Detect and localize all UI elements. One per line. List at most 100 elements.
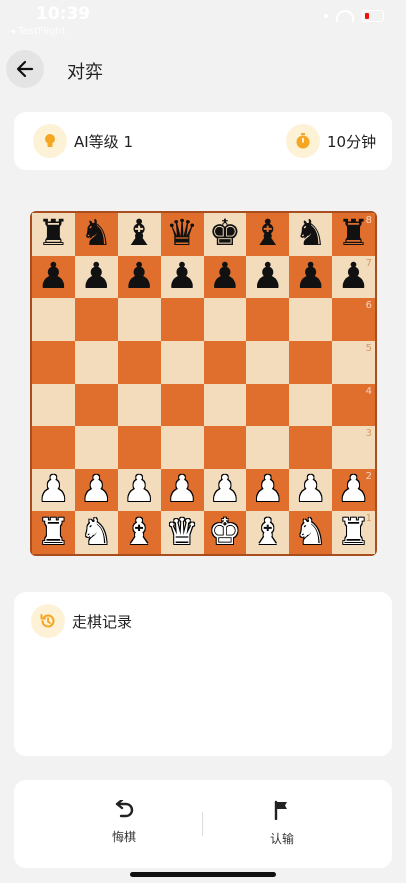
board-square[interactable]: ♚: [203, 213, 247, 256]
board-square[interactable]: [74, 383, 118, 427]
board-square[interactable]: [117, 426, 161, 469]
board-square[interactable]: [32, 340, 75, 384]
resign-button[interactable]: 认输: [232, 800, 332, 852]
board-square[interactable]: ♝: [117, 511, 161, 554]
board-square[interactable]: [160, 298, 204, 341]
board-square[interactable]: ♟: [246, 468, 290, 512]
board-square[interactable]: ♞: [74, 511, 118, 554]
board-square[interactable]: ♝: [246, 511, 290, 554]
board-square[interactable]: [289, 426, 333, 469]
board-square[interactable]: ♟: [246, 255, 290, 299]
board-square[interactable]: ♟: [32, 468, 75, 512]
chess-piece[interactable]: ♟: [80, 258, 112, 295]
board-square[interactable]: ♟: [117, 255, 161, 299]
chess-piece[interactable]: ♞: [295, 514, 327, 551]
board-square[interactable]: ♟: [203, 255, 247, 299]
board-square[interactable]: [289, 383, 333, 427]
board-square[interactable]: ♞: [289, 213, 333, 256]
chess-piece[interactable]: ♜: [37, 514, 69, 551]
board-square[interactable]: [74, 426, 118, 469]
board-square[interactable]: [203, 383, 247, 427]
board-square[interactable]: ♟: [289, 255, 333, 299]
board-square[interactable]: [32, 426, 75, 469]
board-square[interactable]: ♞: [289, 511, 333, 554]
chess-piece[interactable]: ♝: [252, 216, 284, 252]
board-square[interactable]: 4: [332, 383, 375, 427]
chess-piece[interactable]: ♝: [123, 514, 155, 551]
chess-piece[interactable]: ♟: [209, 258, 241, 295]
chess-piece[interactable]: ♛: [166, 514, 198, 551]
board-square[interactable]: [289, 340, 333, 384]
chess-piece[interactable]: ♟: [37, 258, 69, 295]
board-square[interactable]: [117, 383, 161, 427]
board-square[interactable]: ♜: [32, 511, 75, 554]
board-square[interactable]: [32, 298, 75, 341]
board-square[interactable]: ♟: [32, 255, 75, 299]
board-square[interactable]: [246, 298, 290, 341]
chess-piece[interactable]: ♟: [295, 258, 327, 295]
board-square[interactable]: [246, 383, 290, 427]
chess-piece[interactable]: ♟: [166, 472, 198, 508]
board-square[interactable]: ♝: [246, 213, 290, 256]
board-square[interactable]: ♝: [117, 213, 161, 256]
chess-piece[interactable]: ♟: [295, 472, 327, 508]
board-square[interactable]: ♜: [32, 213, 75, 256]
board-square[interactable]: ♜ 1: [332, 511, 375, 554]
board-square[interactable]: [160, 383, 204, 427]
board-square[interactable]: ♛: [160, 511, 204, 554]
board-square[interactable]: ♟: [289, 468, 333, 512]
board-square[interactable]: ♟: [74, 468, 118, 512]
chess-piece[interactable]: ♟: [252, 258, 284, 295]
board-square[interactable]: ♟ 7: [332, 255, 375, 299]
board-square[interactable]: 6: [332, 298, 375, 341]
chess-piece[interactable]: ♛: [166, 216, 198, 252]
board-square[interactable]: ♟ 2: [332, 468, 375, 512]
chess-piece[interactable]: ♝: [252, 514, 284, 551]
board-square[interactable]: ♛: [160, 213, 204, 256]
board-square[interactable]: ♟: [74, 255, 118, 299]
chess-piece[interactable]: ♝: [123, 216, 155, 252]
chess-piece[interactable]: ♞: [295, 216, 327, 252]
chess-piece[interactable]: ♜: [37, 216, 69, 252]
board-square[interactable]: ♟: [203, 468, 247, 512]
board-square[interactable]: ♟: [160, 255, 204, 299]
board-grid: ♜ ♞ ♝ ♛ ♚ ♝ ♞ ♜ 8 ♟ ♟ ♟ ♟ ♟ ♟ ♟ ♟ 7 6 5 4 3 ♟ ♟ ♟ ♟ ♟ ♟ ♟ ♟ 2 ♜ ♞ ♝ ♛ ♚ ♝ ♞ ♜ 1: [32, 213, 375, 554]
chess-piece[interactable]: ♟: [123, 472, 155, 508]
board-square[interactable]: ♟: [160, 468, 204, 512]
board-square[interactable]: [246, 340, 290, 384]
chess-piece[interactable]: ♟: [166, 258, 198, 295]
board-square[interactable]: 5: [332, 340, 375, 384]
board-square[interactable]: [246, 426, 290, 469]
chess-piece[interactable]: ♟: [209, 472, 241, 508]
divider: [202, 812, 203, 836]
rank-label: 4: [365, 385, 372, 397]
board-square[interactable]: ♞: [74, 213, 118, 256]
chess-piece[interactable]: ♟: [123, 258, 155, 295]
undo-button[interactable]: 悔棋: [74, 798, 174, 852]
rank-label: 2: [365, 470, 372, 482]
board-square[interactable]: [160, 426, 204, 469]
board-square[interactable]: [160, 340, 204, 384]
board-square[interactable]: [117, 340, 161, 384]
board-square[interactable]: ♜ 8: [332, 213, 375, 256]
board-square[interactable]: 3: [332, 426, 375, 469]
board-square[interactable]: [203, 298, 247, 341]
chess-piece[interactable]: ♟: [80, 472, 112, 508]
page-title: 对弈: [67, 62, 103, 83]
board-square[interactable]: [74, 298, 118, 341]
chess-piece[interactable]: ♞: [80, 216, 112, 252]
chess-piece[interactable]: ♚: [209, 216, 241, 252]
board-square[interactable]: ♚: [203, 511, 247, 554]
chess-piece[interactable]: ♞: [80, 514, 112, 551]
chess-piece[interactable]: ♟: [37, 472, 69, 508]
chess-piece[interactable]: ♚: [209, 514, 241, 551]
board-square[interactable]: [203, 340, 247, 384]
back-button[interactable]: [6, 50, 44, 88]
board-square[interactable]: [289, 298, 333, 341]
board-square[interactable]: [74, 340, 118, 384]
chess-piece[interactable]: ♟: [252, 472, 284, 508]
board-square[interactable]: [203, 426, 247, 469]
board-square[interactable]: [117, 298, 161, 341]
board-square[interactable]: [32, 383, 75, 427]
board-square[interactable]: ♟: [117, 468, 161, 512]
